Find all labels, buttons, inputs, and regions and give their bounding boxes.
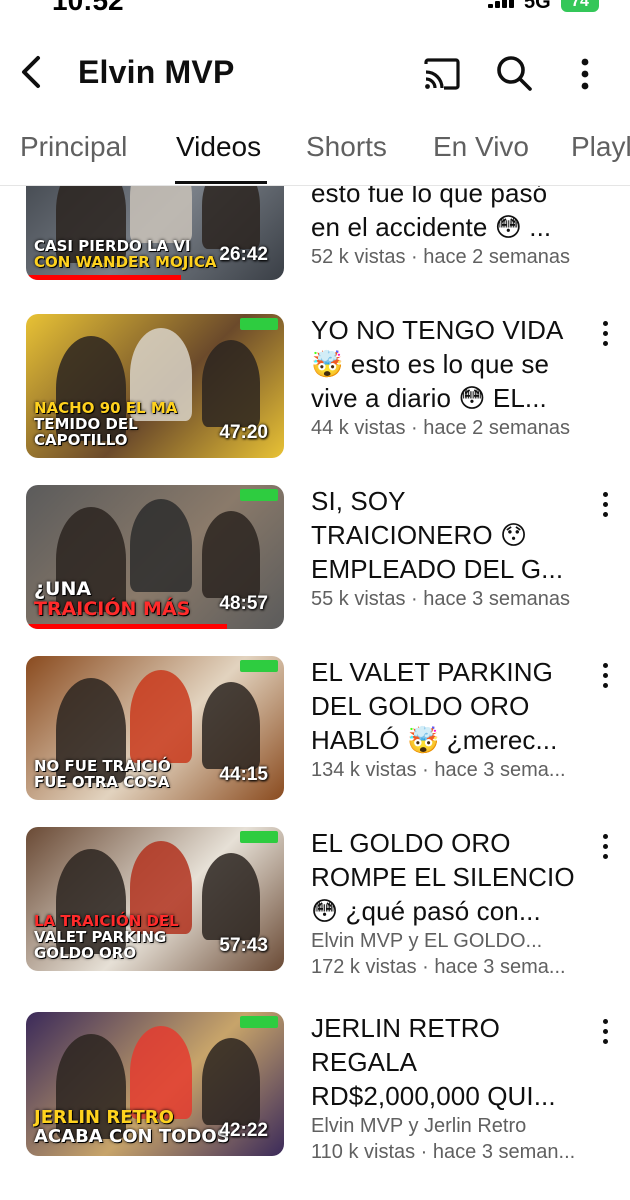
video-item[interactable]: JERLIN RETRO ACABA CON TODOS 42:22 JERLI… [0,1011,630,1165]
tab-en-vivo[interactable]: En Vivo [433,130,529,164]
video-list: CASI PIERDO LA VI CON WANDER MOJICA 26:4… [0,186,630,1200]
video-info: esto fue lo que pasó en el accidente 😳 .… [311,186,601,270]
video-thumbnail[interactable]: CASI PIERDO LA VI CON WANDER MOJICA 26:4… [26,186,284,280]
video-meta: 55 k vistas · hace 3 semanas [311,588,571,610]
watch-progress-bar [26,275,181,280]
video-options-button[interactable] [598,662,612,690]
video-item[interactable]: NACHO 90 EL MA TEMIDO DEL CAPOTILLO 47:2… [0,314,630,464]
video-options-button[interactable] [598,491,612,519]
thumbnail-caption: NACHO 90 EL MA TEMIDO DEL CAPOTILLO [34,399,178,449]
tab-playlists[interactable]: Playl [571,130,630,164]
channel-watermark [240,831,278,843]
video-channels[interactable]: Elvin MVP y EL GOLDO... [311,928,601,954]
video-title[interactable]: EL VALET PARKING DEL GOLDO ORO HABLÓ 🤯 ¿… [311,655,601,757]
video-title[interactable]: EL GOLDO ORO ROMPE EL SILENCIO 😳 ¿qué pa… [311,826,601,928]
channel-tabs: Principal Videos Shorts En Vivo Playl [0,118,630,186]
video-channels[interactable]: Elvin MVP y Jerlin Retro [311,1113,601,1139]
thumbnail-person [130,186,192,243]
battery-icon: 74 [561,0,599,12]
thumbnail-caption: NO FUE TRAICIÓ FUE OTRA COSA [34,757,171,791]
video-options-button[interactable] [598,320,612,348]
channel-watermark [240,318,278,330]
app-bar: Elvin MVP [0,40,630,106]
video-item[interactable]: ¿UNA TRAICIÓN MÁS 48:57 SI, SOY TRAICION… [0,485,630,635]
thumbnail-caption: JERLIN RETRO ACABA CON TODOS [34,1107,230,1147]
tab-shorts[interactable]: Shorts [306,130,387,164]
network-type: 5G [524,0,551,13]
video-duration: 48:57 [219,593,268,614]
search-button[interactable] [494,52,534,94]
cast-icon [424,58,460,90]
video-duration: 57:43 [219,935,268,956]
thumbnail-caption: LA TRAICIÓN DEL VALET PARKING GOLDO ORO [34,912,179,962]
video-title[interactable]: esto fue lo que pasó en el accidente 😳 .… [311,186,601,244]
video-title[interactable]: YO NO TENGO VIDA 🤯 esto es lo que se viv… [311,313,601,415]
video-title[interactable]: JERLIN RETRO REGALA RD$2,000,000 QUI... [311,1011,601,1113]
video-options-button[interactable] [598,1018,612,1046]
thumbnail-person [202,682,260,769]
video-duration: 42:22 [219,1120,268,1141]
video-info: SI, SOY TRAICIONERO 😯 EMPLEADO DEL G... … [311,484,601,612]
back-arrow-icon [22,56,40,88]
channel-title: Elvin MVP [78,54,235,90]
video-duration: 26:42 [219,244,268,265]
video-title[interactable]: SI, SOY TRAICIONERO 😯 EMPLEADO DEL G... [311,484,601,586]
video-item[interactable]: LA TRAICIÓN DEL VALET PARKING GOLDO ORO … [0,826,630,980]
video-options-button[interactable] [598,833,612,861]
tab-videos[interactable]: Videos [176,130,261,164]
video-item[interactable]: CASI PIERDO LA VI CON WANDER MOJICA 26:4… [0,186,630,286]
tab-principal[interactable]: Principal [20,130,127,164]
video-meta: 52 k vistas · hace 2 semanas [311,246,571,268]
thumbnail-person [130,1026,192,1119]
thumbnail-caption: ¿UNA TRAICIÓN MÁS [34,578,191,620]
video-meta: 172 k vistas · hace 3 sema... [311,956,566,978]
signal-strength-icon [488,0,516,12]
video-thumbnail[interactable]: ¿UNA TRAICIÓN MÁS 48:57 [26,485,284,629]
video-info: EL VALET PARKING DEL GOLDO ORO HABLÓ 🤯 ¿… [311,655,601,783]
status-bar: 10:52 5G 74 [0,0,630,18]
active-tab-indicator [175,181,267,184]
video-item[interactable]: NO FUE TRAICIÓ FUE OTRA COSA 44:15 EL VA… [0,656,630,806]
video-meta: 44 k vistas · hace 2 semanas [311,417,571,439]
more-vertical-icon [581,58,589,90]
channel-watermark [240,660,278,672]
video-duration: 47:20 [219,422,268,443]
video-meta: 134 k vistas · hace 3 sema... [311,759,566,781]
thumbnail-person [130,670,192,763]
cast-button[interactable] [420,54,464,94]
status-time: 10:52 [52,0,124,16]
channel-watermark [240,1016,278,1028]
video-thumbnail[interactable]: NO FUE TRAICIÓ FUE OTRA COSA 44:15 [26,656,284,800]
watch-progress-bar [26,624,228,629]
video-info: JERLIN RETRO REGALA RD$2,000,000 QUI... … [311,1011,601,1165]
video-meta: 110 k vistas · hace 3 seman... [311,1141,576,1163]
video-thumbnail[interactable]: LA TRAICIÓN DEL VALET PARKING GOLDO ORO … [26,827,284,971]
search-icon [497,56,532,91]
video-info: EL GOLDO ORO ROMPE EL SILENCIO 😳 ¿qué pa… [311,826,601,980]
channel-watermark [240,489,278,501]
video-duration: 44:15 [219,764,268,785]
more-options-button[interactable] [570,52,600,96]
thumbnail-caption: CASI PIERDO LA VI CON WANDER MOJICA [34,237,217,271]
video-info: YO NO TENGO VIDA 🤯 esto es lo que se viv… [311,313,601,441]
back-button[interactable] [14,50,50,94]
video-thumbnail[interactable]: NACHO 90 EL MA TEMIDO DEL CAPOTILLO 47:2… [26,314,284,458]
video-thumbnail[interactable]: JERLIN RETRO ACABA CON TODOS 42:22 [26,1012,284,1156]
